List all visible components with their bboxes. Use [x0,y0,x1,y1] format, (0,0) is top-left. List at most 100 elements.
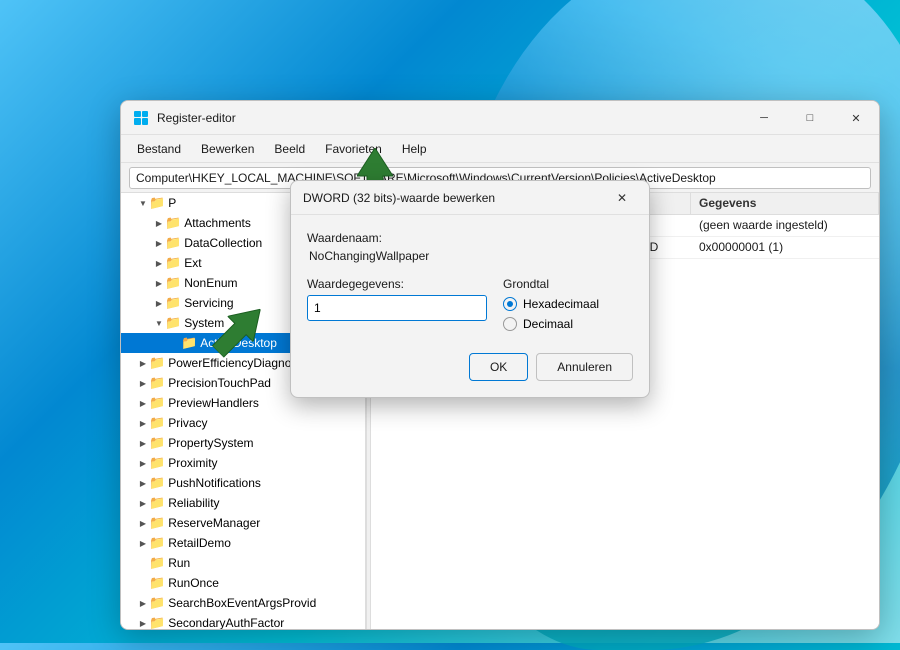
tree-label: Servicing [184,296,233,310]
tree-item-proximity[interactable]: ▶ 📁 Proximity [121,453,365,473]
folder-icon: 📁 [165,275,181,291]
tree-label: RetailDemo [168,536,231,550]
expand-icon: ▶ [153,299,165,308]
expand-icon: ▼ [153,319,165,328]
title-bar: Register-editor ─ □ ✕ [121,101,879,135]
expand-icon: ▶ [153,259,165,268]
value-data: 0x00000001 (1) [691,237,879,258]
dword-dialog: DWORD (32 bits)-waarde bewerken ✕ Waarde… [290,180,650,398]
menu-bestand[interactable]: Bestand [129,139,189,159]
tree-label: PropertySystem [168,436,253,450]
tree-label: PreviewHandlers [168,396,259,410]
folder-icon: 📁 [181,335,197,351]
folder-icon: 📁 [149,555,165,571]
name-value: NoChangingWallpaper [307,249,633,263]
tree-label: Ext [184,256,201,270]
dialog-title-bar: DWORD (32 bits)-waarde bewerken ✕ [291,181,649,215]
cancel-button[interactable]: Annuleren [536,353,633,381]
tree-label: DataCollection [184,236,262,250]
tree-label: Proximity [168,456,217,470]
radio-hexadecimal[interactable]: Hexadecimaal [503,297,633,311]
tree-item-reliability[interactable]: ▶ 📁 Reliability [121,493,365,513]
tree-label: Attachments [184,216,251,230]
expand-icon: ▶ [137,539,149,548]
tree-label: P [168,196,176,210]
expand-icon: ▶ [137,439,149,448]
tree-label: SearchBoxEventArgsProvid [168,596,316,610]
expand-icon: ▶ [137,459,149,468]
data-input[interactable] [307,295,487,321]
tree-item-privacy[interactable]: ▶ 📁 Privacy [121,413,365,433]
folder-icon: 📁 [149,595,165,611]
maximize-button[interactable]: □ [787,101,833,135]
folder-icon: 📁 [165,315,181,331]
folder-icon: 📁 [165,255,181,271]
dialog-buttons: OK Annuleren [307,353,633,381]
radio-hex-indicator [503,297,517,311]
tree-label: ReserveManager [168,516,260,530]
input-section: Waardegegevens: [307,277,487,321]
menu-beeld[interactable]: Beeld [266,139,313,159]
tree-label: Reliability [168,496,219,510]
expand-icon: ▼ [137,199,149,208]
folder-icon: 📁 [149,455,165,471]
windows-icon [134,111,148,125]
tree-label: Run [168,556,190,570]
folder-icon: 📁 [149,355,165,371]
name-label: Waardenaam: [307,231,633,245]
menu-help[interactable]: Help [394,139,435,159]
radio-dec-label: Decimaal [523,317,573,331]
tree-item-run[interactable]: 📁 Run [121,553,365,573]
header-data: Gegevens [691,193,879,214]
tree-label: SecondaryAuthFactor [168,616,284,630]
menu-bewerken[interactable]: Bewerken [193,139,262,159]
tree-label: PrecisionTouchPad [168,376,271,390]
window-controls: ─ □ ✕ [741,101,879,135]
tree-item-reservemanager[interactable]: ▶ 📁 ReserveManager [121,513,365,533]
folder-icon: 📁 [149,515,165,531]
tree-item-runonce[interactable]: 📁 RunOnce [121,573,365,593]
folder-icon: 📁 [149,435,165,451]
folder-icon: 📁 [149,395,165,411]
value-data: (geen waarde ingesteld) [691,215,879,236]
dialog-title: DWORD (32 bits)-waarde bewerken [303,191,607,205]
expand-icon: ▶ [137,499,149,508]
radio-section: Grondtal Hexadecimaal Decimaal [503,277,633,337]
app-icon [133,110,149,126]
expand-icon: ▶ [137,479,149,488]
expand-icon: ▶ [137,419,149,428]
tree-label: RunOnce [168,576,219,590]
folder-icon: 📁 [149,375,165,391]
tree-item-searchbox[interactable]: ▶ 📁 SearchBoxEventArgsProvid [121,593,365,613]
tree-item-retaildemo[interactable]: ▶ 📁 RetailDemo [121,533,365,553]
expand-icon: ▶ [137,399,149,408]
tree-label: NonEnum [184,276,237,290]
data-label: Waardegegevens: [307,277,487,291]
folder-icon: 📁 [149,535,165,551]
tree-item-propertysystem[interactable]: ▶ 📁 PropertySystem [121,433,365,453]
menu-bar: Bestand Bewerken Beeld Favorieten Help [121,135,879,163]
tree-item-secondaryauth[interactable]: ▶ 📁 SecondaryAuthFactor [121,613,365,630]
folder-icon: 📁 [165,295,181,311]
dialog-row: Waardegegevens: Grondtal Hexadecimaal De… [307,277,633,337]
expand-icon: ▶ [153,279,165,288]
expand-icon: ▶ [153,219,165,228]
expand-icon: ▶ [137,599,149,608]
folder-icon: 📁 [165,235,181,251]
radio-decimal[interactable]: Decimaal [503,317,633,331]
folder-icon: 📁 [165,215,181,231]
tree-item-pushnotifications[interactable]: ▶ 📁 PushNotifications [121,473,365,493]
folder-icon: 📁 [149,195,165,211]
expand-icon: ▶ [137,619,149,628]
minimize-button[interactable]: ─ [741,101,787,135]
folder-icon: 📁 [149,475,165,491]
ok-button[interactable]: OK [469,353,528,381]
close-button[interactable]: ✕ [833,101,879,135]
folder-icon: 📁 [149,415,165,431]
expand-icon: ▶ [137,379,149,388]
dialog-close-button[interactable]: ✕ [607,184,637,212]
folder-icon: 📁 [149,615,165,630]
tree-label: PushNotifications [168,476,261,490]
folder-icon: 📁 [149,495,165,511]
folder-icon: 📁 [149,575,165,591]
